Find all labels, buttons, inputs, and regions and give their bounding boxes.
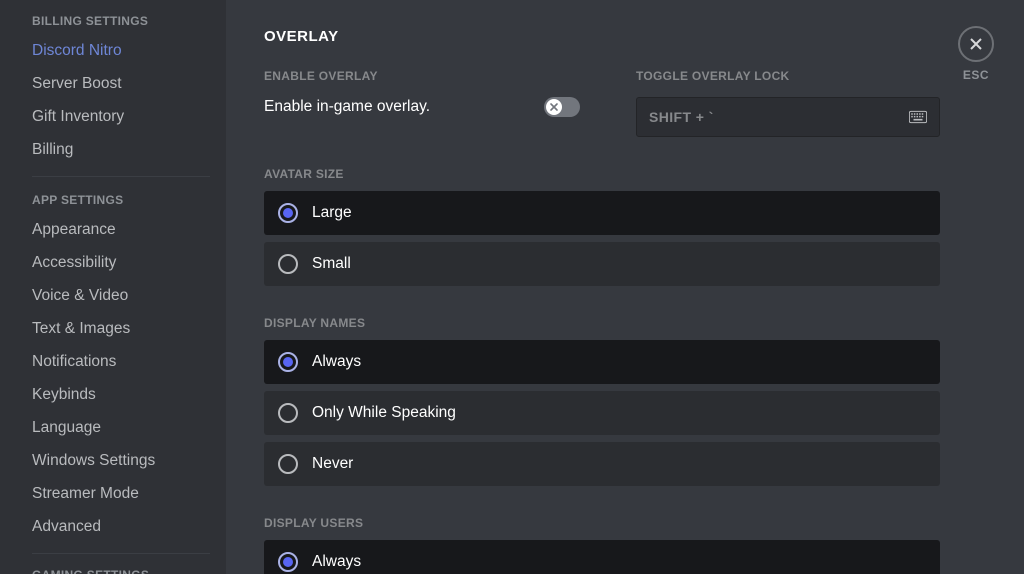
sidebar-section-header: APP SETTINGS (18, 187, 218, 213)
radio-users-always[interactable]: Always (264, 540, 940, 574)
toggle-lock-heading: TOGGLE OVERLAY LOCK (636, 69, 940, 83)
radio-names-while-speaking[interactable]: Only While Speaking (264, 391, 940, 435)
sidebar-item-gift-inventory[interactable]: Gift Inventory (18, 100, 218, 133)
display-users-heading: DISPLAY USERS (264, 516, 940, 530)
close-label: ESC (963, 68, 989, 82)
radio-icon (278, 254, 298, 274)
radio-names-never[interactable]: Never (264, 442, 940, 486)
toggle-knob (546, 99, 562, 115)
sidebar-item-label: Keybinds (32, 386, 96, 404)
sidebar-item-label: Advanced (32, 518, 101, 536)
radio-label: Large (312, 204, 352, 222)
sidebar-item-label: Streamer Mode (32, 485, 139, 503)
close-wrap: ESC (958, 26, 994, 82)
radio-names-always[interactable]: Always (264, 340, 940, 384)
sidebar-item-label: Voice & Video (32, 287, 128, 305)
sidebar-item-windows-settings[interactable]: Windows Settings (18, 444, 218, 477)
radio-icon (278, 552, 298, 572)
sidebar-section-header: BILLING SETTINGS (18, 8, 218, 34)
close-button[interactable] (958, 26, 994, 62)
enable-overlay-heading: ENABLE OVERLAY (264, 69, 580, 83)
sidebar-item-streamer-mode[interactable]: Streamer Mode (18, 477, 218, 510)
keybind-value: SHIFT + ` (649, 109, 714, 125)
sidebar-item-label: Discord Nitro (32, 42, 122, 60)
radio-icon (278, 352, 298, 372)
radio-avatar-large[interactable]: Large (264, 191, 940, 235)
sidebar-item-appearance[interactable]: Appearance (18, 213, 218, 246)
sidebar-item-label: Appearance (32, 221, 116, 239)
radio-label: Always (312, 353, 361, 371)
radio-icon (278, 454, 298, 474)
sidebar-item-advanced[interactable]: Advanced (18, 510, 218, 543)
sidebar-item-voice-video[interactable]: Voice & Video (18, 279, 218, 312)
sidebar-divider (32, 553, 210, 554)
toggle-off-icon (549, 102, 559, 112)
radio-label: Always (312, 553, 361, 571)
radio-icon (278, 203, 298, 223)
radio-avatar-small[interactable]: Small (264, 242, 940, 286)
sidebar-item-server-boost[interactable]: Server Boost (18, 67, 218, 100)
sidebar-item-label: Notifications (32, 353, 116, 371)
keyboard-icon (909, 110, 927, 124)
overlay-lock-keybind-input[interactable]: SHIFT + ` (636, 97, 940, 137)
radio-label: Small (312, 255, 351, 273)
sidebar-section-header: GAMING SETTINGS (18, 564, 218, 574)
sidebar-item-discord-nitro[interactable]: Discord Nitro (18, 34, 218, 67)
enable-overlay-toggle[interactable] (544, 97, 580, 117)
sidebar-item-label: Text & Images (32, 320, 130, 338)
sidebar-item-label: Server Boost (32, 75, 122, 93)
sidebar-item-label: Billing (32, 141, 73, 159)
radio-label: Only While Speaking (312, 404, 456, 422)
settings-main: ESC OVERLAY ENABLE OVERLAY Enable in-gam… (226, 0, 1024, 574)
enable-overlay-label: Enable in-game overlay. (264, 98, 430, 116)
display-names-heading: DISPLAY NAMES (264, 316, 940, 330)
radio-icon (278, 403, 298, 423)
sidebar-item-language[interactable]: Language (18, 411, 218, 444)
sidebar-divider (32, 176, 210, 177)
sidebar-item-billing[interactable]: Billing (18, 133, 218, 166)
radio-label: Never (312, 455, 353, 473)
sidebar-item-label: Windows Settings (32, 452, 155, 470)
sidebar-item-accessibility[interactable]: Accessibility (18, 246, 218, 279)
settings-sidebar: BILLING SETTINGS Discord Nitro Server Bo… (0, 0, 226, 574)
sidebar-item-label: Accessibility (32, 254, 116, 272)
sidebar-item-notifications[interactable]: Notifications (18, 345, 218, 378)
page-title: OVERLAY (264, 28, 940, 45)
sidebar-item-label: Gift Inventory (32, 108, 124, 126)
sidebar-item-label: Language (32, 419, 101, 437)
avatar-size-heading: AVATAR SIZE (264, 167, 940, 181)
sidebar-item-keybinds[interactable]: Keybinds (18, 378, 218, 411)
close-icon (968, 36, 984, 52)
sidebar-item-text-images[interactable]: Text & Images (18, 312, 218, 345)
